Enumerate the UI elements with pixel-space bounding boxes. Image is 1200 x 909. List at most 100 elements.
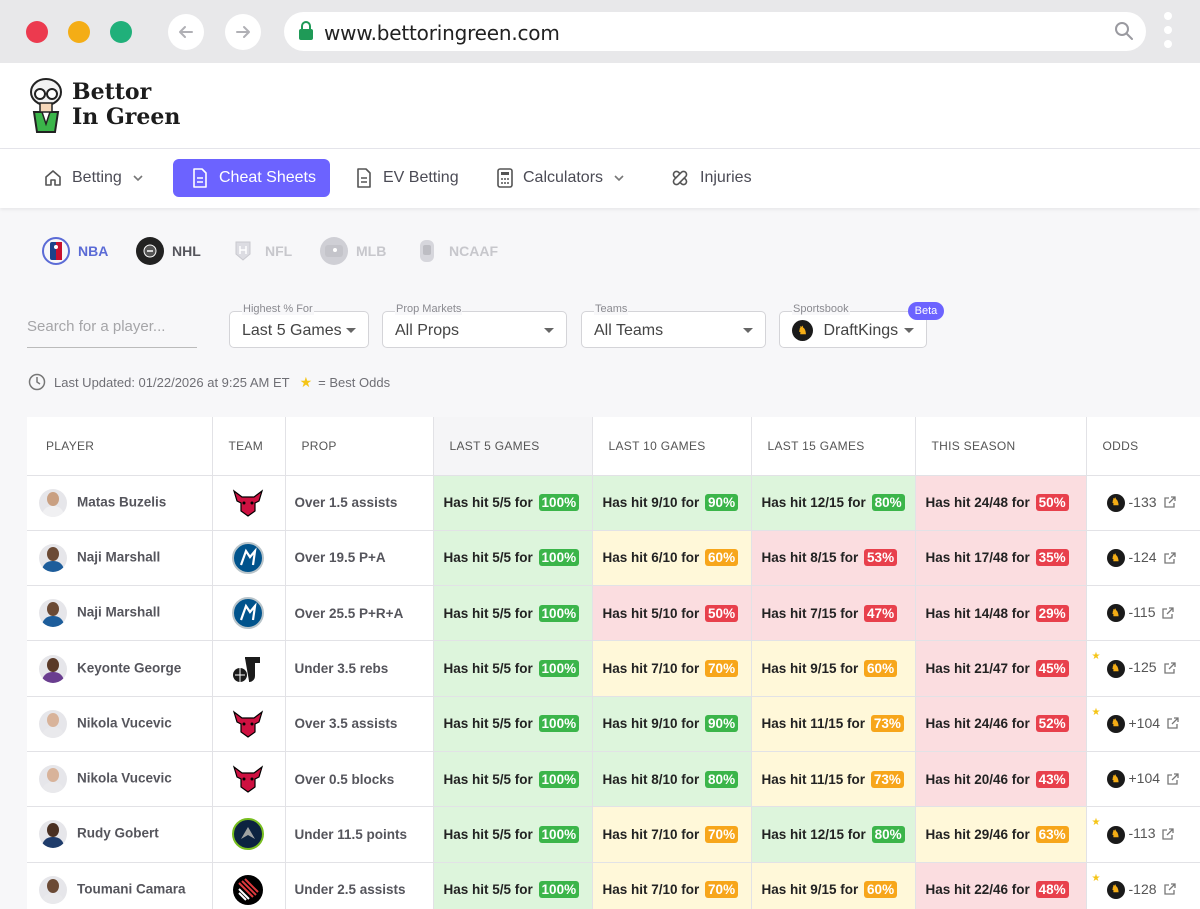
player-cell[interactable]: Nikola Vucevic <box>27 751 213 808</box>
table-row[interactable]: Nikola Vucevic Over 3.5 assists Has hit 5/… <box>27 696 1200 752</box>
sport-label: NCAAF <box>449 243 498 259</box>
column-header-player[interactable]: PLAYER <box>27 417 213 476</box>
column-header-prop[interactable]: PROP <box>285 417 434 476</box>
hit-percent-badge: 70% <box>705 660 739 678</box>
window-close-button[interactable] <box>26 21 48 43</box>
player-name: Naji Marshall <box>77 604 161 620</box>
last5-cell: Has hit 5/5 for 100% <box>433 751 593 808</box>
table-row[interactable]: Nikola Vucevic Over 0.5 blocks Has hit 5/5… <box>27 751 1200 808</box>
select-label: Highest % For <box>242 303 314 315</box>
table-row[interactable]: Matas Buzelis Over 1.5 assists Has hit 5/5… <box>27 475 1200 531</box>
column-header-odds[interactable]: ODDS <box>1086 417 1200 476</box>
window-minimize-button[interactable] <box>68 21 90 43</box>
nav-injuries[interactable]: Injuries <box>658 159 764 197</box>
season-cell: Has hit 24/48 for 50% <box>915 475 1087 531</box>
sportsbook-select[interactable]: Sportsbook ♞ DraftKings <box>779 303 927 348</box>
hit-percent-badge: 48% <box>1035 881 1069 899</box>
table-row[interactable]: Naji Marshall Over 25.5 P+R+A Has hit 5/5 … <box>27 585 1200 642</box>
column-header-last15[interactable]: LAST 15 GAMES <box>751 417 916 476</box>
external-link-icon[interactable] <box>1161 607 1175 620</box>
draftkings-icon: ♞ <box>1106 880 1125 899</box>
draftkings-icon: ♞ <box>1106 659 1125 678</box>
hit-percent-badge: 100% <box>538 881 580 899</box>
table-row[interactable]: Keyonte George Under 3.5 rebs Has hit 5/5 … <box>27 640 1200 697</box>
column-header-last5[interactable]: LAST 5 GAMES <box>433 417 593 476</box>
sport-tab-nfl[interactable]: NFL <box>229 236 292 266</box>
hit-text: Has hit 6/10 for <box>602 550 700 566</box>
last15-cell: Has hit 9/15 for 60% <box>751 640 916 697</box>
draftkings-icon: ♞ <box>792 320 813 341</box>
odds-cell[interactable]: ★ ♞ -128 <box>1086 862 1200 909</box>
forward-button[interactable] <box>225 14 261 50</box>
season-cell: Has hit 17/48 for 35% <box>915 530 1087 587</box>
hit-text: Has hit 5/10 for <box>602 605 700 621</box>
search-icon[interactable] <box>1114 21 1134 41</box>
player-cell[interactable]: Rudy Gobert <box>27 806 213 863</box>
caret-down-icon <box>544 328 554 333</box>
hit-text: Has hit 12/15 for <box>761 826 866 842</box>
external-link-icon[interactable] <box>1163 662 1176 675</box>
hit-percent-badge: 100% <box>538 660 580 678</box>
odds-cell[interactable]: ♞ -133 <box>1086 475 1200 531</box>
hit-percent-badge: 50% <box>1035 494 1069 512</box>
browser-menu-icon[interactable] <box>1162 12 1174 52</box>
best-odds-legend: = Best Odds <box>318 374 391 390</box>
hit-text: Has hit 8/10 for <box>602 771 700 787</box>
player-cell[interactable]: Nikola Vucevic <box>27 696 213 752</box>
sport-tab-nba[interactable]: NBA <box>42 236 108 266</box>
column-header-team[interactable]: TEAM <box>212 417 286 476</box>
prop-markets-select[interactable]: Prop Markets All Props <box>382 303 567 348</box>
season-cell: Has hit 24/46 for 52% <box>915 696 1087 752</box>
nav-cheat-sheets[interactable]: Cheat Sheets <box>173 159 330 197</box>
hit-percent-badge: 100% <box>538 715 580 733</box>
last5-cell: Has hit 5/5 for 100% <box>433 640 593 697</box>
hit-percent-badge: 60% <box>705 549 739 567</box>
nav-betting[interactable]: Betting <box>32 159 156 197</box>
address-bar[interactable]: www.bettoringreen.com <box>284 12 1146 51</box>
column-header-last10[interactable]: LAST 10 GAMES <box>592 417 752 476</box>
logo[interactable]: Bettor In Green <box>26 76 180 134</box>
odds-cell[interactable]: ♞ -115 <box>1086 585 1200 642</box>
external-link-icon[interactable] <box>1161 828 1175 841</box>
hit-percent-badge: 70% <box>705 881 739 899</box>
highest-for-select[interactable]: Highest % For Last 5 Games <box>229 303 369 348</box>
player-cell[interactable]: Naji Marshall <box>27 585 213 642</box>
odds-cell[interactable]: ★ ♞ -125 <box>1086 640 1200 697</box>
nav-ev-betting[interactable]: EV Betting <box>343 159 471 197</box>
external-link-icon[interactable] <box>1163 883 1176 896</box>
external-link-icon[interactable] <box>1163 496 1176 509</box>
player-cell[interactable]: Matas Buzelis <box>27 475 213 531</box>
window-maximize-button[interactable] <box>110 21 132 43</box>
sport-tab-mlb[interactable]: MLB <box>320 236 386 266</box>
draftkings-icon: ♞ <box>1106 604 1125 623</box>
hit-text: Has hit 7/10 for <box>602 882 700 898</box>
odds-cell[interactable]: ♞ -124 <box>1086 530 1200 587</box>
hit-text: Has hit 7/10 for <box>602 661 700 677</box>
table-row[interactable]: Toumani Camara Under 2.5 assists Has hit 5… <box>27 862 1200 909</box>
player-cell[interactable]: Toumani Camara <box>27 862 213 909</box>
last5-cell: Has hit 5/5 for 100% <box>433 475 593 531</box>
sport-tab-ncaaf[interactable]: NCAAF <box>413 236 498 266</box>
table-row[interactable]: Naji Marshall Over 19.5 P+A Has hit 5/5 fo… <box>27 530 1200 587</box>
teams-select[interactable]: Teams All Teams <box>581 303 766 348</box>
back-button[interactable] <box>168 14 204 50</box>
player-avatar <box>39 875 67 904</box>
draftkings-icon: ♞ <box>1106 549 1125 568</box>
external-link-icon[interactable] <box>1166 717 1179 730</box>
player-cell[interactable]: Keyonte George <box>27 640 213 697</box>
search-input[interactable] <box>27 306 197 346</box>
player-name: Naji Marshall <box>77 549 161 565</box>
table-row[interactable]: Rudy Gobert Under 11.5 points Has hit 5/5 … <box>27 806 1200 863</box>
nav-calculators[interactable]: Calculators <box>485 159 637 197</box>
player-search <box>27 306 197 348</box>
hit-percent-badge: 80% <box>705 770 739 788</box>
odds-cell[interactable]: ★ ♞ +104 <box>1086 696 1200 752</box>
external-link-icon[interactable] <box>1163 551 1176 565</box>
odds-cell[interactable]: ♞ +104 <box>1086 751 1200 808</box>
odds-cell[interactable]: ★ ♞ -113 <box>1086 806 1200 863</box>
column-header-season[interactable]: THIS SEASON <box>915 417 1087 476</box>
hit-text: Has hit 9/15 for <box>761 882 859 898</box>
sport-tab-nhl[interactable]: NHL <box>136 236 201 266</box>
external-link-icon[interactable] <box>1166 773 1179 786</box>
player-cell[interactable]: Naji Marshall <box>27 530 213 587</box>
